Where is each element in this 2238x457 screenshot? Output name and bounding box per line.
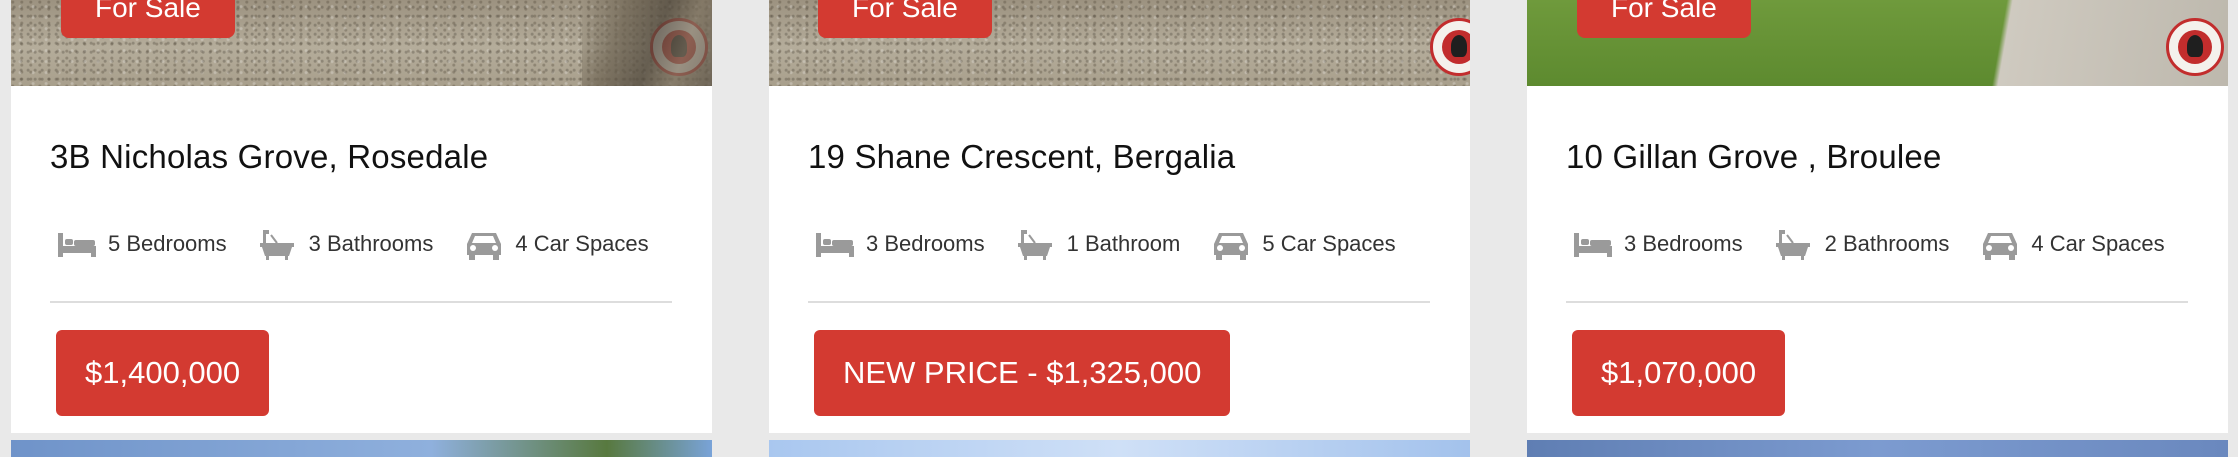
car-spaces-label: 4 Car Spaces <box>2031 231 2165 256</box>
next-listing-photo[interactable] <box>11 440 712 457</box>
property-features: 3 Bedrooms 1 Bathroom 5 Car Spaces <box>814 226 1426 262</box>
car-icon <box>1214 233 1249 260</box>
property-photo[interactable]: For Sale <box>1527 0 2228 86</box>
next-listing-photo[interactable] <box>1527 440 2228 457</box>
agency-logo <box>650 18 708 76</box>
property-features: 5 Bedrooms 3 Bathrooms 4 Car Spaces <box>56 226 679 262</box>
bed-icon <box>816 233 854 257</box>
bathrooms-label: 2 Bathrooms <box>1824 231 1950 256</box>
for-sale-tag: For Sale <box>61 0 235 38</box>
listing-card[interactable]: For Sale 10 Gillan Grove , Broulee 3 Bed… <box>1527 0 2228 433</box>
car-icon <box>467 233 502 260</box>
divider <box>808 301 1430 303</box>
property-address[interactable]: 10 Gillan Grove , Broulee <box>1566 138 1942 176</box>
car-spaces-feature: 4 Car Spaces <box>1979 227 2165 261</box>
bath-icon <box>259 230 294 260</box>
for-sale-tag: For Sale <box>1577 0 1751 38</box>
property-photo[interactable]: For Sale <box>769 0 1470 86</box>
bedrooms-feature: 5 Bedrooms <box>56 227 227 261</box>
next-listing-photo[interactable] <box>769 440 1470 457</box>
agency-logo <box>1430 18 1470 76</box>
car-spaces-feature: 5 Car Spaces <box>1210 227 1396 261</box>
bedrooms-feature: 3 Bedrooms <box>1572 227 1743 261</box>
car-icon <box>1983 233 2018 260</box>
bathrooms-label: 1 Bathroom <box>1066 231 1181 256</box>
property-address[interactable]: 19 Shane Crescent, Bergalia <box>808 138 1235 176</box>
bedrooms-feature: 3 Bedrooms <box>814 227 985 261</box>
bathrooms-feature: 3 Bathrooms <box>257 227 434 261</box>
bedrooms-label: 5 Bedrooms <box>108 231 227 256</box>
bedrooms-label: 3 Bedrooms <box>866 231 985 256</box>
bath-icon <box>1775 230 1810 260</box>
property-features: 3 Bedrooms 2 Bathrooms 4 Car Spaces <box>1572 226 2195 262</box>
property-address[interactable]: 3B Nicholas Grove, Rosedale <box>50 138 488 176</box>
car-spaces-feature: 4 Car Spaces <box>463 227 649 261</box>
bed-icon <box>58 233 96 257</box>
divider <box>1566 301 2188 303</box>
bedrooms-label: 3 Bedrooms <box>1624 231 1743 256</box>
bathrooms-feature: 1 Bathroom <box>1015 227 1181 261</box>
price-button[interactable]: $1,400,000 <box>56 330 270 416</box>
listing-card[interactable]: For Sale 3B Nicholas Grove, Rosedale 5 B… <box>11 0 712 433</box>
car-spaces-label: 4 Car Spaces <box>515 231 649 256</box>
property-photo[interactable]: For Sale <box>11 0 712 86</box>
bed-icon <box>1574 233 1612 257</box>
price-button[interactable]: NEW PRICE - $1,325,000 <box>814 330 1231 416</box>
bathrooms-feature: 2 Bathrooms <box>1773 227 1950 261</box>
car-spaces-label: 5 Car Spaces <box>1262 231 1396 256</box>
bathrooms-label: 3 Bathrooms <box>308 231 434 256</box>
price-button[interactable]: $1,070,000 <box>1572 330 1786 416</box>
bath-icon <box>1017 230 1052 260</box>
for-sale-tag: For Sale <box>818 0 992 38</box>
agency-logo <box>2166 18 2224 76</box>
divider <box>50 301 672 303</box>
listing-card[interactable]: For Sale 19 Shane Crescent, Bergalia 3 B… <box>769 0 1470 433</box>
